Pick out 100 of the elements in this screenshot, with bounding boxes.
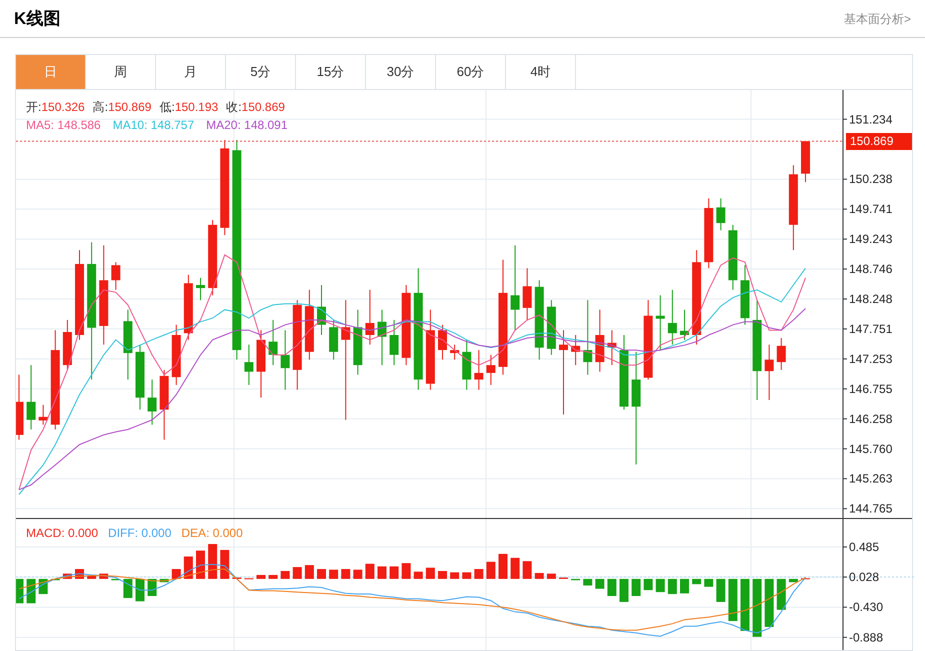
indicator-bar — [450, 572, 460, 579]
indicator-bar — [462, 572, 472, 579]
quote-label: 高: — [92, 99, 108, 116]
macd-axis-label: -0.430 — [849, 600, 884, 614]
candle — [390, 319, 399, 366]
quote-value: 150.869 — [108, 99, 152, 116]
candle — [462, 339, 472, 390]
indicator-bar — [172, 569, 181, 579]
indicator-bar — [426, 568, 435, 579]
candle — [256, 330, 266, 398]
candle — [595, 309, 604, 372]
candle — [378, 309, 386, 366]
candle — [764, 344, 774, 401]
indicator-bar — [353, 570, 362, 579]
candle — [304, 289, 314, 360]
candle — [280, 330, 290, 390]
candle — [571, 334, 580, 366]
price-axis-label: 150.238 — [849, 172, 892, 186]
macd-axis-label: 0.028 — [849, 570, 880, 584]
indicator-bar — [632, 578, 641, 596]
candle — [317, 284, 326, 336]
candle — [438, 324, 447, 360]
indicator-bar — [728, 578, 738, 622]
quote-value: 150.869 — [242, 99, 285, 116]
indicator-bar — [365, 564, 374, 579]
candle — [329, 319, 338, 360]
macd-legend-value: DIFF: 0.000 — [108, 525, 172, 542]
price-axis-label: 146.755 — [849, 382, 892, 396]
indicator-bar — [522, 561, 532, 579]
indicator-bar — [716, 578, 726, 602]
indicator-bar — [644, 578, 653, 590]
candle — [196, 277, 205, 301]
indicator-bar — [571, 578, 580, 580]
indicator-bar — [752, 578, 762, 637]
candle — [680, 309, 689, 340]
indicator-bar — [136, 578, 144, 602]
indicator-bar — [704, 578, 714, 587]
indicator-bar — [607, 578, 616, 596]
candle — [668, 289, 677, 346]
indicator-bar — [184, 556, 193, 579]
price-axis-label: 146.258 — [849, 412, 892, 426]
candle — [244, 344, 254, 386]
quote-value: 150.326 — [41, 99, 85, 116]
indicator-bar — [123, 578, 132, 598]
price-axis-label: 148.746 — [849, 262, 892, 276]
indicator-bar — [160, 578, 169, 582]
candle — [62, 319, 72, 370]
candle — [607, 330, 616, 366]
indicator-bar — [620, 578, 628, 602]
page-title: K线图 — [14, 8, 60, 30]
candle — [148, 379, 157, 426]
candle — [740, 264, 750, 326]
indicator-bar — [788, 578, 798, 582]
indicator-bar — [474, 569, 484, 579]
candle — [111, 262, 120, 290]
moving-average-value: MA10: 148.757 — [112, 117, 194, 134]
indicator-bar — [280, 571, 290, 579]
indicator-bar — [776, 578, 786, 610]
indicator-bar — [292, 567, 302, 579]
macd-legend-value: MACD: 0.000 — [26, 525, 98, 542]
macd-axis-label: -0.888 — [849, 630, 884, 644]
indicator-bar — [583, 578, 592, 586]
price-axis-label: 144.765 — [849, 502, 892, 516]
price-axis-label: 149.243 — [849, 232, 892, 246]
indicator-bar — [498, 554, 508, 579]
indicator-bar — [304, 565, 314, 579]
candle — [365, 289, 374, 346]
indicator-bar — [329, 570, 338, 579]
candle — [801, 140, 810, 183]
macd-legend-value: DEA: 0.000 — [181, 525, 243, 542]
indicator-bar — [390, 566, 399, 579]
moving-average-value: MA5: 148.586 — [26, 117, 101, 134]
last-price-label: 150.869 — [846, 133, 912, 150]
indicator-bar — [268, 574, 278, 579]
macd-axis-label: 0.485 — [849, 540, 880, 554]
indicator-bar — [559, 578, 568, 579]
quote-value: 150.193 — [174, 99, 218, 116]
indicator-bar — [801, 578, 810, 580]
candle — [172, 324, 181, 386]
candle — [474, 350, 484, 390]
indicator-bar — [87, 576, 96, 579]
price-axis-label: 147.751 — [849, 322, 892, 336]
candle — [123, 309, 132, 380]
indicator-bar — [656, 578, 665, 592]
price-axis-label: 147.253 — [849, 352, 892, 366]
candle — [522, 268, 532, 320]
indicator-bar — [220, 550, 230, 579]
indicator-bar — [692, 578, 702, 584]
indicator-bar — [414, 572, 423, 579]
fundamental-analysis-link[interactable]: 基本面分析> — [844, 10, 911, 28]
candle — [728, 224, 738, 290]
indicator-bar — [402, 563, 411, 579]
candle — [716, 198, 726, 231]
candle — [136, 344, 144, 410]
indicator-bar — [99, 574, 108, 579]
indicator-bar — [378, 566, 386, 579]
indicator-bar — [256, 574, 266, 579]
candle — [776, 338, 786, 370]
indicator-bar — [50, 578, 60, 580]
indicator-bar — [16, 578, 24, 604]
